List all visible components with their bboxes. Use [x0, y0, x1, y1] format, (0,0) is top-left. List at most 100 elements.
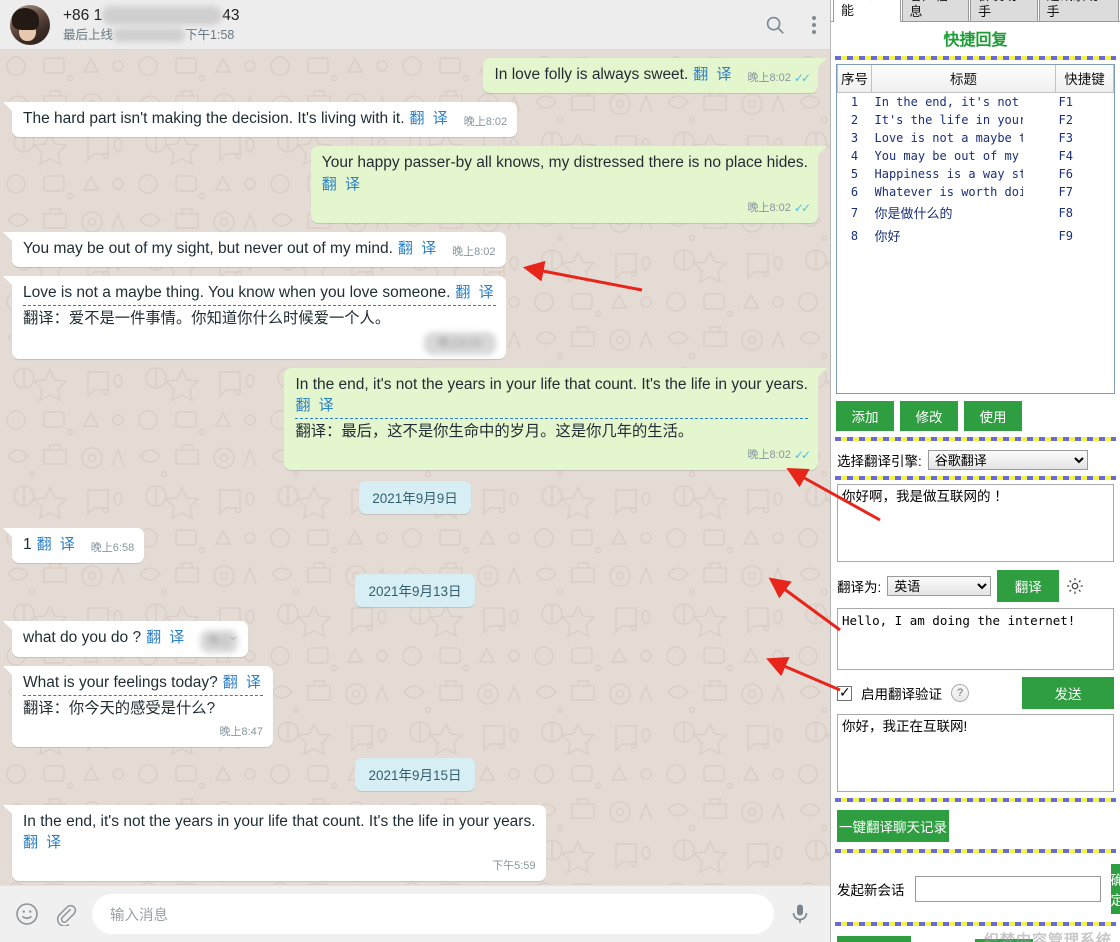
chat-bubble-incoming[interactable]: You may be out of my sight, but never ou…	[3, 232, 506, 267]
message-time: 下午5:59	[492, 860, 536, 872]
cell-title: You may be out of my sigh	[872, 147, 1056, 165]
tab-mass-send-assistant[interactable]: 群发助手	[970, 0, 1038, 22]
tab-contacts-assistant[interactable]: 通讯录助手	[1038, 0, 1119, 22]
table-row[interactable]: 4 You may be out of my sigh F4	[838, 147, 1114, 165]
column-header-shortcut[interactable]: 快捷键	[1055, 65, 1114, 93]
emoji-icon[interactable]	[14, 901, 40, 927]
translate-link[interactable]: 翻 译	[410, 110, 450, 127]
back-button[interactable]: 返回	[837, 936, 912, 942]
date-divider-row: 2021年9月15日	[12, 758, 818, 791]
result-text-output[interactable]	[837, 608, 1114, 670]
table-row[interactable]: 7 你是做什么的 F8	[838, 201, 1114, 224]
verify-text-output[interactable]	[837, 714, 1114, 792]
source-text-input[interactable]	[837, 484, 1114, 562]
date-divider-row: 2021年9月13日	[12, 574, 818, 607]
translate-link[interactable]: 翻 译	[146, 629, 186, 646]
microphone-icon[interactable]	[788, 902, 812, 926]
column-header-title[interactable]: 标题	[871, 65, 1056, 93]
plugin-panel: 常用功能 客户信息 群发助手 通讯录助手 快捷回复 序号 标题 快捷键	[830, 0, 1120, 942]
table-row[interactable]: 1 In the end, it's not the F1	[838, 93, 1114, 112]
verify-row: 启用翻译验证 ? 发送	[837, 677, 1114, 709]
table-row[interactable]: 2 It's the life in your ye F2	[838, 111, 1114, 129]
table-row[interactable]: 3 Love is not a maybe thing F3	[838, 129, 1114, 147]
cell-title: 你好	[872, 224, 1056, 247]
table-row[interactable]: 8 你好 F9	[838, 224, 1114, 247]
message-text: You may be out of my sight, but never ou…	[23, 240, 393, 257]
chat-bubble-incoming[interactable]: In the end, it's not the years in your l…	[3, 805, 546, 881]
cell-title: Happiness is a way static	[872, 165, 1056, 183]
message-time: 晚上8:02	[747, 449, 791, 461]
translate-link[interactable]: 翻 译	[693, 66, 733, 83]
add-button[interactable]: 添加	[836, 401, 894, 431]
divider	[835, 476, 1116, 480]
search-icon[interactable]	[764, 14, 786, 36]
contact-status-prefix: 最后上线	[63, 27, 114, 42]
target-language-select[interactable]: 英语	[887, 576, 992, 596]
chat-bubble-incoming[interactable]: what do you do ? 翻 译晚上 ⌄	[2, 621, 249, 657]
cell-shortcut: F6	[1058, 167, 1073, 181]
message-meta: 晚上8:02	[452, 242, 495, 263]
translate-link[interactable]: 翻 译	[322, 176, 362, 193]
enable-verify-checkbox[interactable]	[837, 684, 852, 701]
cell-title-text: 你是做什么的	[874, 206, 953, 221]
message-meta: 晚上8:02	[424, 332, 496, 355]
message-row: Your happy passer-by all knows, my distr…	[12, 146, 828, 223]
cell-no: 6	[850, 185, 859, 199]
send-button[interactable]: 发送	[1022, 677, 1114, 709]
chat-bubble-outgoing-translated[interactable]: In the end, it's not the years in your l…	[284, 368, 827, 470]
translate-link[interactable]: 翻 译	[23, 834, 63, 851]
contact-status-redacted: xxxx	[113, 28, 186, 43]
table-header-row: 序号 标题 快捷键	[837, 65, 1114, 93]
more-vertical-icon[interactable]	[812, 15, 816, 35]
translate-link[interactable]: 翻 译	[295, 397, 335, 414]
table-row[interactable]: 6 Whatever is worth doing i F7	[838, 183, 1114, 201]
translate-link[interactable]: 翻 译	[398, 240, 438, 257]
confirm-button[interactable]: 确定	[1110, 864, 1120, 914]
chat-bubble-incoming[interactable]: The hard part isn't making the decision.…	[2, 102, 518, 137]
contact-status-suffix: 下午1:58	[185, 27, 235, 42]
quick-reply-table: 序号 标题 快捷键 1 In the end, it's not the F1 2 I…	[837, 65, 1114, 247]
new-session-input[interactable]	[914, 876, 1101, 902]
divider	[835, 922, 1116, 926]
cell-title-text: In the end, it's not the	[874, 95, 1023, 109]
cell-shortcut: F8	[1058, 205, 1073, 220]
cell-title-text: Love is not a maybe thing	[874, 131, 1023, 145]
cell-no: 7	[850, 205, 859, 220]
avatar[interactable]	[10, 4, 50, 45]
translate-all-button[interactable]: 一键翻译聊天记录	[837, 810, 949, 842]
chat-bubble-incoming[interactable]: 1 翻 译 晚上6:58	[2, 528, 145, 563]
message-row: In the end, it's not the years in your l…	[12, 368, 827, 470]
translate-link[interactable]: 翻 译	[223, 674, 263, 691]
chevron-down-icon[interactable]: ⌄	[221, 625, 245, 647]
cell-no: 4	[850, 149, 859, 163]
tab-common-functions[interactable]: 常用功能	[833, 0, 901, 22]
enable-verify-label: 启用翻译验证	[861, 687, 942, 702]
message-list[interactable]: In love folly is always sweet. 翻 译晚上8:02 ✓…	[0, 50, 830, 885]
chat-bubble-incoming-translated[interactable]: Love is not a maybe thing. You know when…	[3, 276, 506, 359]
message-meta: 下午5:59	[492, 856, 535, 877]
target-label: 翻译为:	[837, 580, 882, 595]
quick-reply-actions: 添加 修改 使用	[836, 401, 1115, 431]
chat-bubble-incoming-translated[interactable]: What is your feelings today? 翻 译 翻译：你今天的感…	[3, 666, 273, 747]
chat-bubble-outgoing[interactable]: In love folly is always sweet. 翻 译晚上8:02 ✓…	[483, 58, 827, 93]
quick-reply-table-wrap[interactable]: 序号 标题 快捷键 1 In the end, it's not the F1 2 I…	[836, 64, 1115, 394]
chat-bubble-outgoing[interactable]: Your happy passer-by all knows, my distr…	[310, 146, 828, 223]
question-icon[interactable]: ?	[951, 684, 969, 702]
gear-icon[interactable]	[1065, 576, 1085, 596]
paperclip-icon[interactable]	[54, 902, 78, 926]
message-input-placeholder: 输入消息	[110, 907, 168, 924]
edit-button[interactable]: 修改	[900, 401, 958, 431]
message-text: what do you do ?	[23, 629, 142, 646]
tab-customer-info[interactable]: 客户信息	[901, 0, 970, 22]
column-header-no[interactable]: 序号	[837, 65, 872, 93]
use-button[interactable]: 使用	[964, 401, 1022, 431]
translate-button[interactable]: 翻译	[997, 570, 1060, 602]
table-row[interactable]: 5 Happiness is a way static F6	[838, 165, 1114, 183]
message-meta: 晚上8:02	[464, 112, 507, 133]
panel-title: 快捷回复	[943, 32, 1008, 49]
translate-link[interactable]: 翻 译	[455, 284, 495, 301]
translate-link[interactable]: 翻 译	[37, 536, 77, 553]
date-divider-row: 2021年9月9日	[12, 481, 818, 514]
message-input[interactable]: 输入消息	[92, 894, 774, 934]
engine-select[interactable]: 谷歌翻译	[927, 450, 1088, 470]
